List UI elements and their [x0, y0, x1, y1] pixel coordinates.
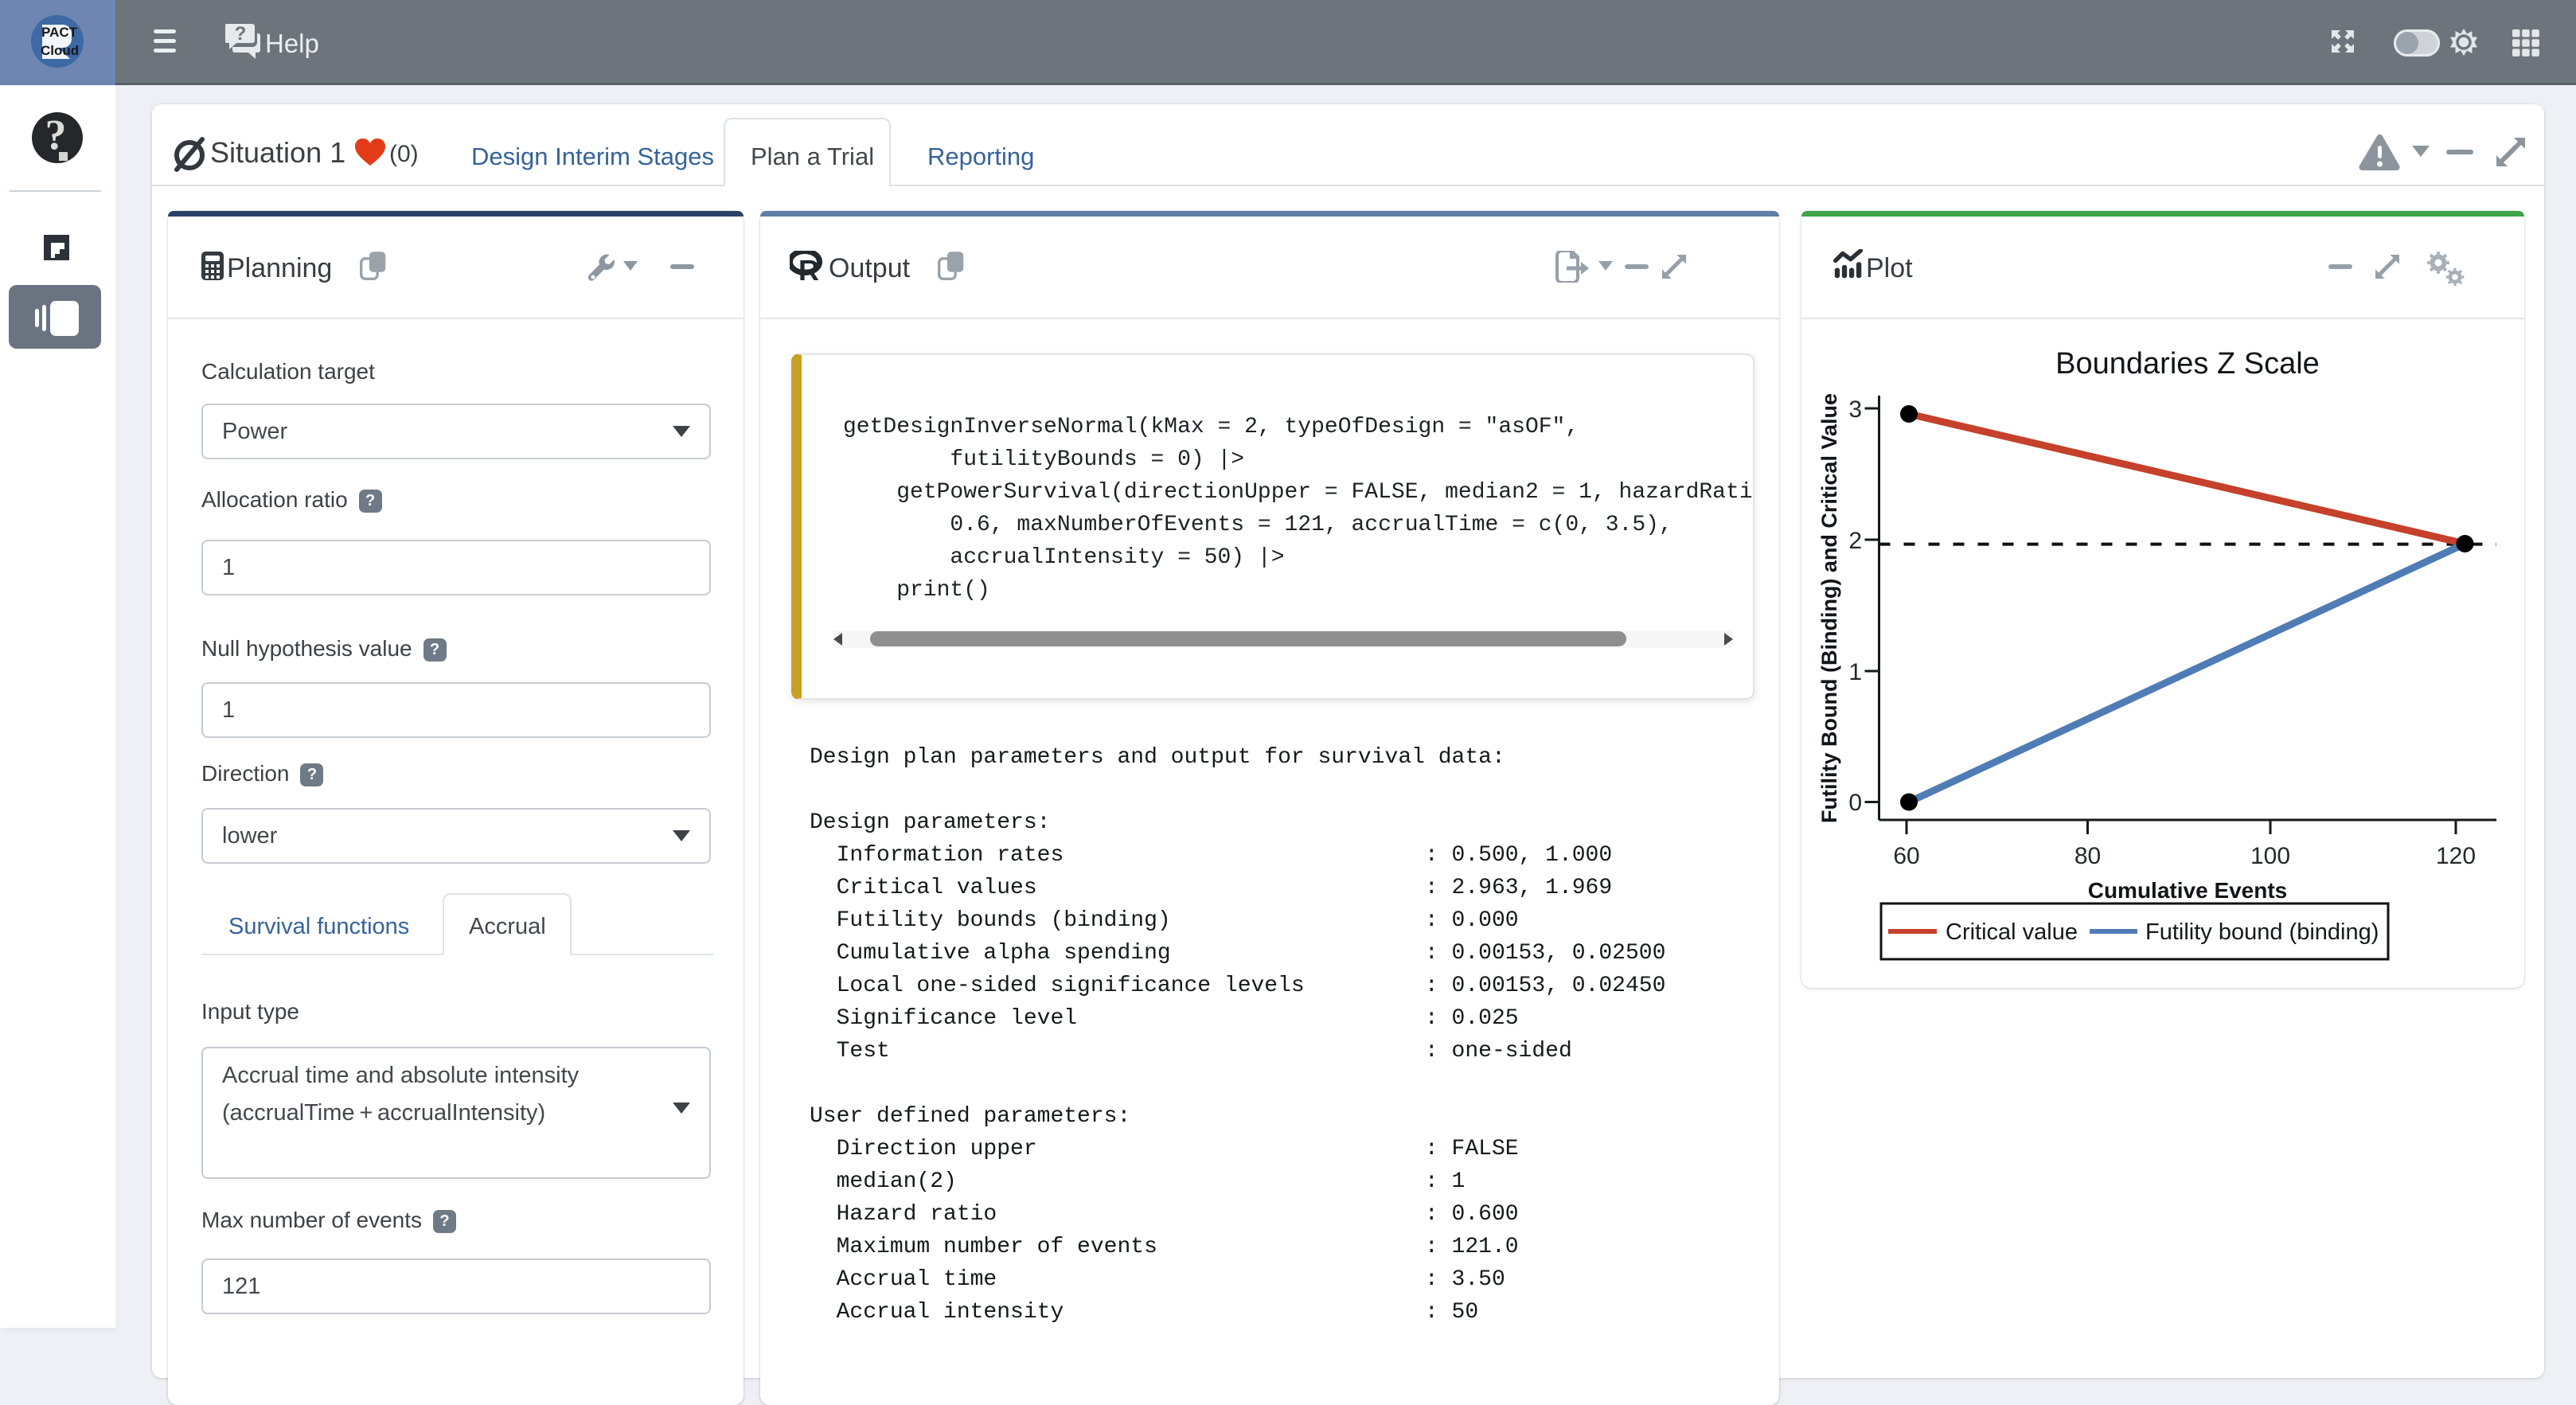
svg-text:R: R	[798, 254, 819, 281]
svg-text:Futility Bound (Binding) and C: Futility Bound (Binding) and Critical Va…	[1817, 393, 1841, 823]
svg-text:1: 1	[1848, 659, 1862, 685]
svg-text:Futility bound (binding): Futility bound (binding)	[2145, 919, 2379, 945]
svg-text:0: 0	[1848, 790, 1862, 816]
svg-text:120: 120	[2436, 843, 2476, 869]
svg-text:?: ?	[235, 23, 247, 45]
svg-text:Cloud: Cloud	[41, 43, 79, 58]
svg-text:60: 60	[1893, 843, 1919, 869]
svg-text:?: ?	[45, 111, 67, 158]
svg-text:80: 80	[2074, 843, 2101, 869]
svg-text:Cumulative Events: Cumulative Events	[2088, 878, 2288, 903]
svg-text:2: 2	[1848, 528, 1862, 554]
svg-text:100: 100	[2250, 843, 2290, 869]
svg-text:PACT: PACT	[41, 25, 78, 40]
svg-text:3: 3	[1848, 396, 1862, 423]
svg-text:Critical value: Critical value	[1946, 919, 2078, 945]
svg-text:Boundaries Z Scale: Boundaries Z Scale	[2055, 347, 2320, 381]
